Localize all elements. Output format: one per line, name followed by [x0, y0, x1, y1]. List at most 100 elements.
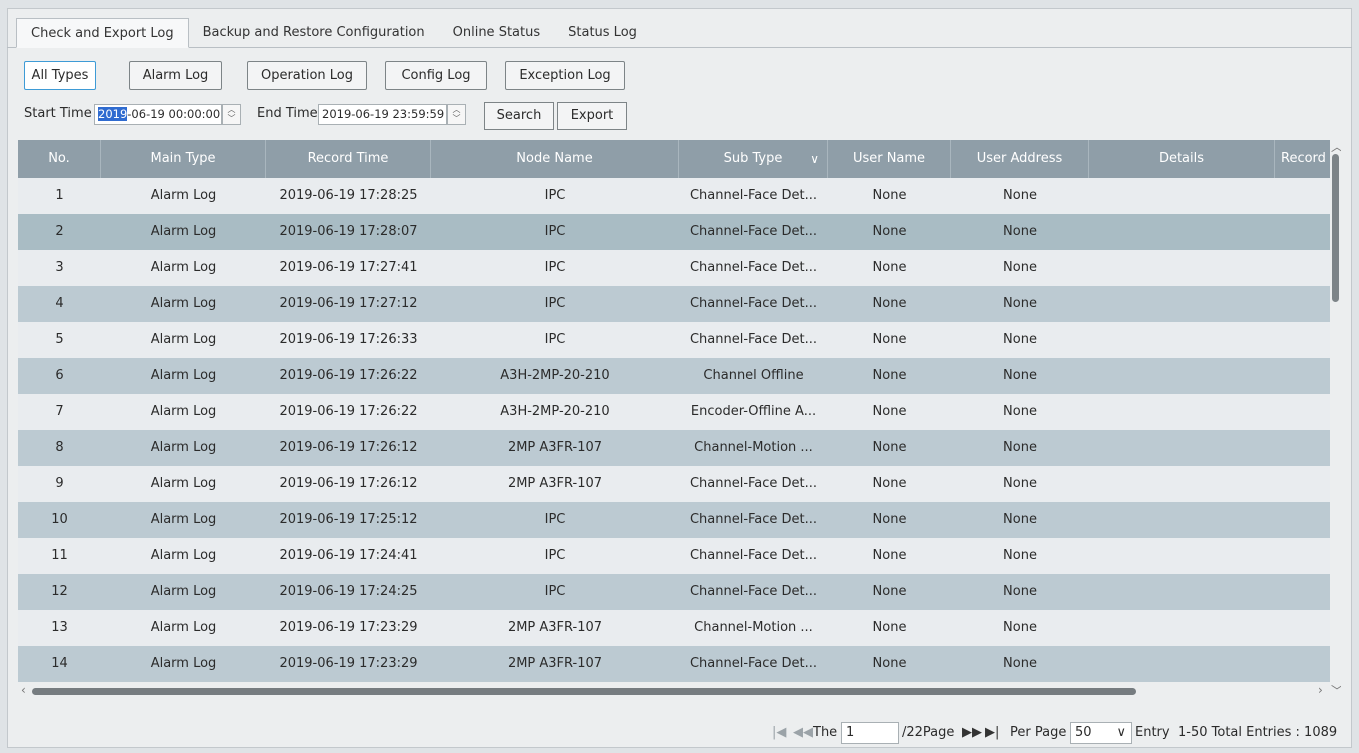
table-row[interactable]: 14 Alarm Log 2019-06-19 17:23:29 2MP A3FR-1…	[18, 646, 1330, 682]
first-page-icon[interactable]: |◀	[772, 722, 786, 744]
search-button[interactable]: Search	[484, 102, 554, 130]
cell-no: 13	[51, 620, 68, 635]
cell-details	[1089, 358, 1275, 394]
table-row[interactable]: 13 Alarm Log 2019-06-19 17:23:29 2MP A3FR-1…	[18, 610, 1330, 646]
table-row[interactable]: 9 Alarm Log 2019-06-19 17:26:12 2MP A3FR-10…	[18, 466, 1330, 502]
scroll-arrow-icon[interactable]: ︿	[1331, 140, 1341, 155]
cell-no: 12	[51, 584, 68, 599]
cell-user-address: None	[1003, 440, 1037, 455]
next-page-icon[interactable]: ▶▶	[962, 722, 982, 744]
operation-log-button[interactable]: Operation Log	[247, 61, 367, 90]
cell-user-name: None	[872, 476, 907, 491]
column-header-user-address[interactable]: User Address	[951, 140, 1089, 178]
cell-node-name: 2MP A3FR-107	[507, 620, 603, 635]
page-label: The	[813, 725, 838, 740]
cell-node-name: A3H-2MP-20-210	[500, 368, 610, 383]
cell-details	[1089, 394, 1275, 430]
table-row[interactable]: 5 Alarm Log 2019-06-19 17:26:33 IPC Channel-…	[18, 322, 1330, 358]
per-page-value: 50	[1075, 725, 1092, 740]
cell-main-type: Alarm Log	[150, 260, 217, 275]
cell-main-type: Alarm Log	[150, 440, 217, 455]
cell-record-p	[1275, 610, 1330, 646]
horizontal-scrollbar[interactable]: ‹ ›	[18, 682, 1330, 700]
cell-details	[1089, 466, 1275, 502]
tab-check-export-log[interactable]: Check and Export Log	[16, 18, 189, 48]
start-time-input[interactable]: 2019-06-19 00:00:00	[94, 104, 222, 125]
cell-details	[1089, 502, 1275, 538]
cell-record-time: 2019-06-19 17:26:22	[279, 404, 418, 419]
scroll-arrow-icon[interactable]: ‹	[21, 683, 26, 697]
cell-record-time: 2019-06-19 17:27:12	[279, 296, 418, 311]
all-types-button[interactable]: All Types	[24, 61, 96, 90]
vertical-scrollbar[interactable]: ︿ ﹀	[1330, 140, 1341, 700]
table-row[interactable]: 1 Alarm Log 2019-06-19 17:28:25 IPC Channel-…	[18, 178, 1330, 214]
exception-log-button[interactable]: Exception Log	[505, 61, 625, 90]
cell-record-p	[1275, 394, 1330, 430]
cell-record-p	[1275, 322, 1330, 358]
table-row[interactable]: 2 Alarm Log 2019-06-19 17:28:07 IPC Channel-…	[18, 214, 1330, 250]
page-input[interactable]: 1	[841, 722, 899, 744]
spin-icon[interactable]: ︿ ﹀	[222, 104, 241, 125]
cell-main-type: Alarm Log	[150, 404, 217, 419]
per-page-select[interactable]: 50 ∨	[1070, 722, 1132, 744]
scroll-arrow-icon[interactable]: ›	[1318, 683, 1323, 697]
last-page-icon[interactable]: ▶|	[985, 722, 999, 744]
table-row[interactable]: 11 Alarm Log 2019-06-19 17:24:41 IPC Channel…	[18, 538, 1330, 574]
cell-user-name: None	[872, 368, 907, 383]
cell-details	[1089, 322, 1275, 358]
prev-page-icon[interactable]: ◀◀	[793, 722, 813, 744]
table-row[interactable]: 7 Alarm Log 2019-06-19 17:26:22 A3H-2MP-20-…	[18, 394, 1330, 430]
tab-backup-restore[interactable]: Backup and Restore Configuration	[189, 18, 439, 48]
cell-no: 5	[55, 332, 64, 347]
cell-user-address: None	[1003, 224, 1037, 239]
cell-record-p	[1275, 538, 1330, 574]
chevron-down-icon[interactable]: ∨	[810, 140, 819, 178]
column-header-details[interactable]: Details	[1089, 140, 1275, 178]
page-total: /22Page	[902, 725, 955, 740]
end-time-label: End Time	[257, 106, 318, 121]
table-row[interactable]: 4 Alarm Log 2019-06-19 17:27:12 IPC Channel-…	[18, 286, 1330, 322]
cell-details	[1089, 646, 1275, 682]
cell-record-p	[1275, 430, 1330, 466]
table-row[interactable]: 8 Alarm Log 2019-06-19 17:26:12 2MP A3FR-10…	[18, 430, 1330, 466]
table-row[interactable]: 10 Alarm Log 2019-06-19 17:25:12 IPC Channel…	[18, 502, 1330, 538]
start-time-rest: -06-19 00:00:00	[127, 107, 221, 121]
cell-main-type: Alarm Log	[150, 332, 217, 347]
horizontal-scroll-thumb[interactable]	[32, 688, 1136, 695]
cell-record-time: 2019-06-19 17:25:12	[279, 512, 418, 527]
column-header-record-time[interactable]: Record Time	[266, 140, 431, 178]
cell-no: 6	[55, 368, 64, 383]
tab-online-status[interactable]: Online Status	[439, 18, 555, 48]
tab-status-log[interactable]: Status Log	[554, 18, 651, 48]
column-header-record-p[interactable]: Record P	[1275, 140, 1330, 178]
table-row[interactable]: 3 Alarm Log 2019-06-19 17:27:41 IPC Channel-…	[18, 250, 1330, 286]
cell-user-address: None	[1003, 404, 1037, 419]
start-year-selection: 2019	[98, 107, 128, 121]
spin-icon[interactable]: ︿ ﹀	[447, 104, 466, 125]
alarm-log-button[interactable]: Alarm Log	[129, 61, 222, 90]
vertical-scroll-thumb[interactable]	[1332, 154, 1339, 302]
table-row[interactable]: 12 Alarm Log 2019-06-19 17:24:25 IPC Channel…	[18, 574, 1330, 610]
column-header-sub-type[interactable]: Sub Type ∨	[679, 140, 828, 178]
cell-sub-type: Channel-Face Det...	[689, 260, 818, 275]
config-log-button[interactable]: Config Log	[385, 61, 487, 90]
column-header-main-type[interactable]: Main Type	[101, 140, 266, 178]
export-button[interactable]: Export	[557, 102, 627, 130]
cell-record-time: 2019-06-19 17:28:07	[279, 224, 418, 239]
end-time-input[interactable]: 2019-06-19 23:59:59	[318, 104, 447, 125]
table-row[interactable]: 6 Alarm Log 2019-06-19 17:26:22 A3H-2MP-20-…	[18, 358, 1330, 394]
column-header-user-name[interactable]: User Name	[828, 140, 951, 178]
cell-sub-type: Channel-Face Det...	[689, 548, 818, 563]
cell-record-p	[1275, 250, 1330, 286]
cell-sub-type: Channel-Face Det...	[689, 584, 818, 599]
cell-no: 8	[55, 440, 64, 455]
cell-node-name: A3H-2MP-20-210	[500, 404, 610, 419]
cell-user-name: None	[872, 404, 907, 419]
cell-main-type: Alarm Log	[150, 188, 217, 203]
cell-node-name: 2MP A3FR-107	[507, 656, 603, 671]
column-header-node-name[interactable]: Node Name	[431, 140, 679, 178]
scroll-arrow-icon[interactable]: ﹀	[1331, 682, 1341, 699]
cell-user-name: None	[872, 656, 907, 671]
cell-sub-type: Channel-Face Det...	[689, 656, 818, 671]
column-header-no[interactable]: No.	[18, 140, 101, 178]
